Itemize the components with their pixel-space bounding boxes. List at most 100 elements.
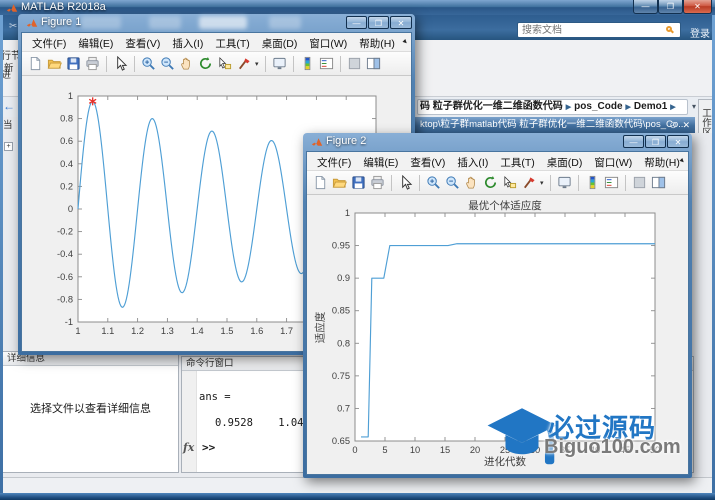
zoom-in-icon[interactable]	[140, 55, 157, 72]
main-title-bar[interactable]: MATLAB R2018a — ❐ ✕	[0, 0, 715, 15]
brush-dropdown-caret-icon[interactable]: ▾	[255, 60, 259, 68]
menu-edit[interactable]: 编辑(E)	[72, 33, 119, 51]
search-input[interactable]	[517, 22, 681, 38]
svg-text:0.95: 0.95	[332, 241, 350, 251]
figure2-window[interactable]: Figure 2 — ❐ ✕ 文件(F) 编辑(E) 查看(V) 插入(I) 工具(T)…	[303, 133, 692, 478]
breadcrumb-arrow-icon: ▶	[625, 104, 631, 111]
menu-edit[interactable]: 编辑(E)	[357, 152, 404, 170]
address-dropdown-caret-icon[interactable]: ▾	[692, 102, 696, 111]
breadcrumb-arrow-icon: ▶	[565, 104, 572, 111]
print-icon[interactable]	[84, 55, 101, 72]
menu-overflow-icon[interactable]: ▾	[400, 37, 409, 46]
window-left-border	[0, 15, 3, 493]
show-plot-tools-icon[interactable]	[650, 174, 667, 191]
figure2-minimize-button[interactable]: —	[623, 135, 644, 148]
menu-help[interactable]: 帮助(H)	[353, 33, 401, 51]
figure1-minimize-button[interactable]: —	[346, 16, 367, 29]
menu-tools[interactable]: 工具(T)	[494, 152, 540, 170]
print-icon[interactable]	[369, 174, 386, 191]
edit-plot-arrow-icon[interactable]	[397, 174, 414, 191]
zoom-out-icon[interactable]	[444, 174, 461, 191]
menu-view[interactable]: 查看(V)	[119, 33, 166, 51]
menu-file[interactable]: 文件(F)	[26, 33, 72, 51]
aero-glass-reflection	[199, 16, 247, 29]
toolbar-separator	[624, 174, 626, 191]
new-file-icon[interactable]	[27, 55, 44, 72]
brush-icon[interactable]	[235, 55, 252, 72]
rotate-3d-icon[interactable]	[197, 55, 214, 72]
menu-insert[interactable]: 插入(I)	[451, 152, 494, 170]
menu-desktop[interactable]: 桌面(D)	[256, 33, 304, 51]
back-arrow-icon[interactable]: ←	[3, 99, 15, 113]
menu-window[interactable]: 窗口(W)	[588, 152, 638, 170]
editor-file-path: ktop\粒子群matlab代码 粒子群优化一维二维函数代码\pos_Co...	[420, 119, 687, 130]
editor-title-bar[interactable]: ktop\粒子群matlab代码 粒子群优化一维二维函数代码\pos_Co...…	[415, 117, 695, 133]
svg-text:-0.8: -0.8	[57, 294, 73, 304]
window-bottom-border	[0, 493, 715, 500]
figure1-title-bar[interactable]: Figure 1 — ❐ ✕	[21, 14, 412, 32]
menu-file[interactable]: 文件(F)	[311, 152, 357, 170]
sign-in-link[interactable]: 登录	[690, 25, 710, 40]
menu-tools[interactable]: 工具(T)	[209, 33, 255, 51]
svg-text:-0.6: -0.6	[57, 272, 73, 282]
menu-insert[interactable]: 插入(I)	[166, 33, 209, 51]
editor-close-icon[interactable]: ✕	[682, 117, 690, 133]
show-plot-tools-icon[interactable]	[365, 55, 382, 72]
hide-plot-tools-icon[interactable]	[631, 174, 648, 191]
zoom-in-icon[interactable]	[425, 174, 442, 191]
search-icon[interactable]	[666, 26, 672, 32]
save-icon[interactable]	[350, 174, 367, 191]
new-script-partial-label: 新	[4, 63, 14, 74]
rotate-3d-icon[interactable]	[482, 174, 499, 191]
svg-text:1.7: 1.7	[280, 326, 293, 336]
main-maximize-button[interactable]: ❐	[658, 0, 683, 14]
edit-plot-arrow-icon[interactable]	[112, 55, 129, 72]
svg-text:0: 0	[68, 204, 73, 214]
cut-icon[interactable]: ✂	[9, 20, 17, 34]
figure2-canvas[interactable]: 0 5 10 15 20 25 30 35 40 45 50 0.65 0.7 0.75 0.8 0.85 0.…	[307, 195, 688, 474]
svg-text:-1: -1	[65, 317, 73, 327]
insert-colorbar-icon[interactable]	[299, 55, 316, 72]
figure2-title-bar[interactable]: Figure 2 — ❐ ✕	[306, 133, 689, 151]
menu-desktop[interactable]: 桌面(D)	[541, 152, 589, 170]
pan-hand-icon[interactable]	[178, 55, 195, 72]
toolbar-separator	[549, 174, 551, 191]
breadcrumb-pos-code[interactable]: pos_Code	[574, 101, 622, 112]
editor-restore-icon[interactable]: ⊙	[669, 117, 677, 133]
zoom-out-icon[interactable]	[159, 55, 176, 72]
svg-text:0.9: 0.9	[337, 273, 350, 283]
open-file-icon[interactable]	[331, 174, 348, 191]
insert-legend-icon[interactable]	[318, 55, 335, 72]
pan-hand-icon[interactable]	[463, 174, 480, 191]
new-file-icon[interactable]	[312, 174, 329, 191]
figure2-close-button[interactable]: ✕	[667, 135, 689, 148]
link-plot-icon[interactable]	[271, 55, 288, 72]
details-placeholder-text: 选择文件以查看详细信息	[30, 403, 151, 415]
hide-plot-tools-icon[interactable]	[346, 55, 363, 72]
data-cursor-icon[interactable]	[501, 174, 518, 191]
brush-icon[interactable]	[520, 174, 537, 191]
open-file-icon[interactable]	[46, 55, 63, 72]
command-prompt[interactable]: >>	[202, 441, 215, 454]
tree-expander-icon[interactable]: +	[4, 142, 13, 151]
data-cursor-icon[interactable]	[216, 55, 233, 72]
figure2-toolbar: ▾	[307, 171, 688, 195]
figure1-menu-bar: 文件(F) 编辑(E) 查看(V) 插入(I) 工具(T) 桌面(D) 窗口(W) 帮助(H)…	[22, 33, 411, 52]
figure1-close-button[interactable]: ✕	[390, 16, 412, 29]
figure1-maximize-button[interactable]: ❐	[368, 16, 389, 29]
menu-window[interactable]: 窗口(W)	[303, 33, 353, 51]
brush-dropdown-caret-icon[interactable]: ▾	[540, 179, 544, 187]
figure2-maximize-button[interactable]: ❐	[645, 135, 666, 148]
link-plot-icon[interactable]	[556, 174, 573, 191]
save-icon[interactable]	[65, 55, 82, 72]
figure-window-icon	[26, 19, 38, 27]
svg-text:1: 1	[75, 326, 80, 336]
address-bar[interactable]: 码 粒子群优化一维二维函数代码 ▶ pos_Code ▶ Demo1 ▶	[417, 99, 688, 115]
main-close-button[interactable]: ✕	[683, 0, 712, 14]
main-minimize-button[interactable]: —	[633, 0, 658, 14]
insert-legend-icon[interactable]	[603, 174, 620, 191]
figure1-toolbar: ▾	[22, 52, 411, 76]
menu-view[interactable]: 查看(V)	[404, 152, 451, 170]
breadcrumb-demo1[interactable]: Demo1	[634, 101, 667, 112]
insert-colorbar-icon[interactable]	[584, 174, 601, 191]
